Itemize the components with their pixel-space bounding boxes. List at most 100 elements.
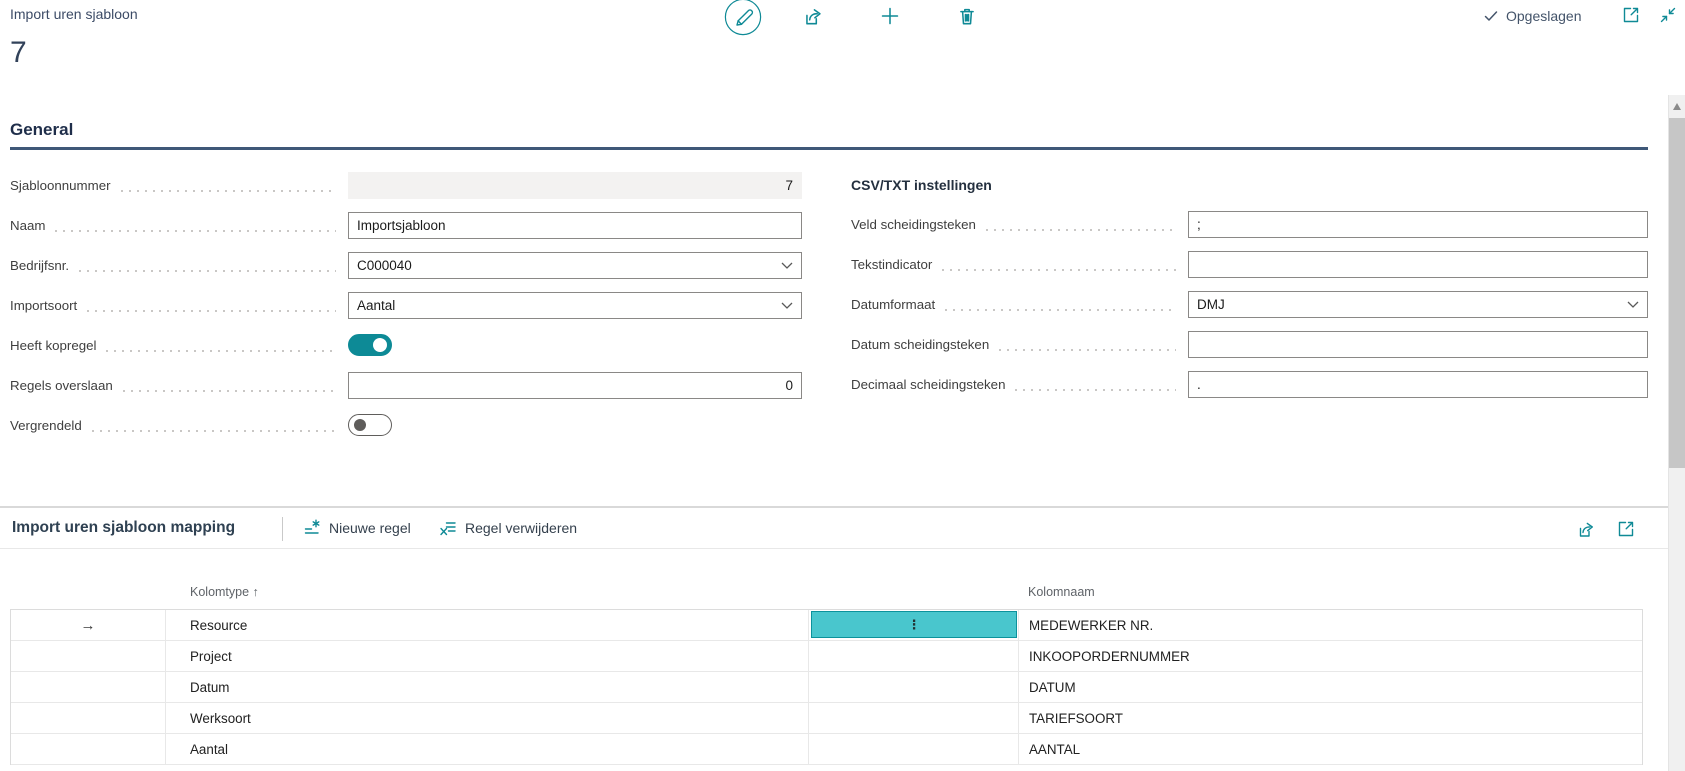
field-label: Datum scheidingsteken [851, 337, 989, 352]
check-icon [1483, 8, 1499, 24]
tekstindicator-field[interactable] [1188, 251, 1648, 278]
vertical-scrollbar[interactable] [1668, 95, 1685, 771]
cell-menu-icon[interactable]: ⋮ [908, 617, 921, 633]
selected-cell[interactable]: ⋮ [811, 611, 1017, 638]
csv-txt-heading: CSV/TXT instellingen [851, 177, 992, 193]
row-selector-cell[interactable]: → [11, 610, 166, 641]
chevron-down-icon[interactable] [781, 302, 793, 309]
regels-overslaan-field[interactable] [348, 372, 802, 399]
field-row-tekstindicator: Tekstindicator [851, 251, 1648, 278]
field-label: Naam [10, 218, 45, 233]
kolomnaam-cell[interactable]: INKOOPORDERNUMMER [1019, 641, 1642, 672]
mapping-heading[interactable]: Import uren sjabloon mapping [12, 519, 235, 537]
page-title: 7 [10, 36, 27, 70]
field-label: Sjabloonnummer [10, 178, 111, 193]
value-cell[interactable] [809, 734, 1019, 765]
kolomtype-cell[interactable]: Resource [166, 610, 809, 641]
kolomtype-cell[interactable]: Datum [166, 672, 809, 703]
row-selector-cell[interactable] [11, 734, 166, 765]
column-header-kolomnaam[interactable]: Kolomnaam [1028, 585, 1095, 599]
chevron-down-icon[interactable] [781, 262, 793, 269]
field-row-importsoort: Importsoort [10, 292, 802, 319]
field-label: Tekstindicator [851, 257, 932, 272]
importsoort-field[interactable] [348, 292, 802, 319]
page-caption: Import uren sjabloon [10, 6, 138, 22]
pencil-icon [724, 0, 762, 36]
dotted-leader [55, 230, 336, 232]
collapse-button[interactable] [1658, 5, 1678, 25]
row-selector-cell[interactable] [11, 641, 166, 672]
share-button[interactable] [802, 5, 824, 27]
kolomnaam-cell[interactable]: MEDEWERKER NR. [1019, 610, 1642, 641]
section-separator [0, 506, 1668, 508]
toggle-knob [373, 338, 387, 352]
new-line-button[interactable]: Nieuwe regel [302, 518, 411, 538]
field-row-decimaal-scheidingsteken: Decimaal scheidingsteken [851, 371, 1648, 398]
field-row-datum-scheidingsteken: Datum scheidingsteken [851, 331, 1648, 358]
sjabloonnummer-field [348, 172, 802, 199]
field-row-veld-scheidingsteken: Veld scheidingsteken [851, 211, 1648, 238]
value-cell[interactable] [809, 672, 1019, 703]
field-label: Decimaal scheidingsteken [851, 377, 1005, 392]
row-selector-cell[interactable] [11, 672, 166, 703]
datum-scheidingsteken-field[interactable] [1188, 331, 1648, 358]
decimaal-scheidingsteken-field[interactable] [1188, 371, 1648, 398]
save-status-label: Opgeslagen [1506, 8, 1582, 24]
value-cell[interactable] [809, 703, 1019, 734]
scrollbar-thumb[interactable] [1669, 118, 1685, 468]
naam-field[interactable] [348, 212, 802, 239]
field-label: Veld scheidingsteken [851, 217, 976, 232]
insert-line-icon [302, 518, 322, 538]
section-heading-general[interactable]: General [10, 120, 73, 140]
share-icon[interactable] [1576, 519, 1596, 539]
field-label: Heeft kopregel [10, 338, 96, 353]
kolomnaam-cell[interactable]: AANTAL [1019, 734, 1642, 765]
dotted-leader [1015, 389, 1176, 391]
page: Import uren sjabloon 7 Opgeslag [0, 0, 1685, 771]
dotted-leader [79, 270, 336, 272]
general-fields-left: Sjabloonnummer Naam Bedrijfsnr. I [10, 172, 802, 452]
dotted-leader [87, 310, 336, 312]
popout-button[interactable] [1621, 5, 1641, 25]
dotted-leader [945, 309, 1176, 311]
chevron-down-icon[interactable] [1627, 301, 1639, 308]
bedrijfsnr-field[interactable] [348, 252, 802, 279]
field-row-bedrijfsnr: Bedrijfsnr. [10, 252, 802, 279]
field-row-vergrendeld: Vergrendeld [10, 412, 802, 439]
trash-icon [956, 5, 978, 27]
toolbar-bottom-line [0, 548, 1668, 549]
value-cell[interactable] [809, 641, 1019, 672]
dotted-leader [999, 349, 1176, 351]
delete-line-button[interactable]: Regel verwijderen [438, 518, 577, 538]
kolomtype-cell[interactable]: Project [166, 641, 809, 672]
field-label: Bedrijfsnr. [10, 258, 69, 273]
delete-button[interactable] [956, 5, 978, 27]
open-in-new-window-icon[interactable] [1616, 519, 1636, 539]
plus-icon [879, 5, 901, 27]
general-fields-right: Veld scheidingsteken Tekstindicator Datu… [851, 211, 1648, 411]
vergrendeld-toggle[interactable] [348, 414, 392, 436]
delete-line-label: Regel verwijderen [465, 520, 577, 536]
kolomtype-cell[interactable]: Werksoort [166, 703, 809, 734]
toolbar-divider [282, 517, 283, 541]
field-row-sjabloonnummer: Sjabloonnummer [10, 172, 802, 199]
veld-scheidingsteken-field[interactable] [1188, 211, 1648, 238]
new-button[interactable] [879, 5, 901, 27]
row-selector-cell[interactable] [11, 703, 166, 734]
value-cell[interactable]: ⋮ [809, 610, 1019, 641]
heeft-kopregel-toggle[interactable] [348, 334, 392, 356]
new-line-label: Nieuwe regel [329, 520, 411, 536]
column-header-kolomtype[interactable]: Kolomtype ↑ [190, 585, 259, 599]
scroll-up-icon[interactable] [1673, 103, 1681, 110]
dotted-leader [123, 390, 336, 392]
kolomnaam-cell[interactable]: DATUM [1019, 672, 1642, 703]
kolomnaam-cell[interactable]: TARIEFSOORT [1019, 703, 1642, 734]
field-label: Datumformaat [851, 297, 935, 312]
datumformaat-field[interactable] [1188, 291, 1648, 318]
open-in-new-window-icon [1621, 5, 1641, 25]
dotted-leader [106, 350, 336, 352]
kolomtype-cell[interactable]: Aantal [166, 734, 809, 765]
dotted-leader [986, 229, 1176, 231]
edit-button[interactable] [724, 0, 762, 36]
collapse-arrows-icon [1658, 5, 1678, 25]
